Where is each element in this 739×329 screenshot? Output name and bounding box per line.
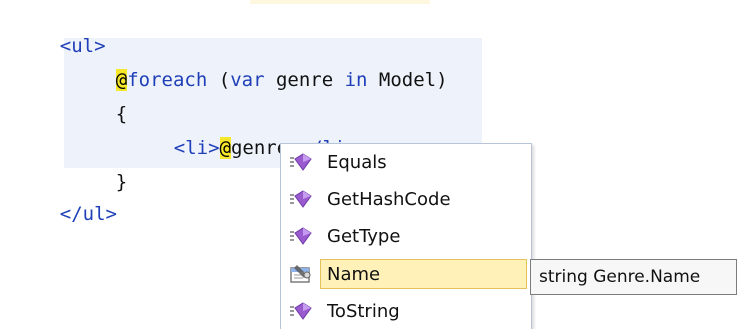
razor-at-sign-inline: @: [219, 137, 231, 159]
foreach-open-paren: (: [207, 69, 231, 91]
in-keyword: in: [344, 69, 368, 91]
code-line-4[interactable]: <li>@genre.</li>: [128, 106, 357, 159]
completion-item-name[interactable]: Name: [281, 256, 529, 292]
intellisense-popup[interactable]: Equals GetHashCode GetType Name ToString: [280, 143, 532, 329]
completion-item-gettype[interactable]: GetType: [281, 218, 529, 254]
var-keyword: var: [230, 69, 265, 91]
completion-item-label: Equals: [327, 151, 387, 173]
close-brace: }: [115, 171, 128, 193]
model-expression: Model): [367, 69, 448, 91]
completion-item-tostring[interactable]: ToString: [281, 293, 529, 329]
method-icon: [287, 299, 315, 323]
method-icon: [287, 150, 315, 174]
completion-item-label: GetHashCode: [327, 188, 451, 210]
code-line-6[interactable]: </ul>: [14, 172, 117, 225]
completion-item-equals[interactable]: Equals: [281, 144, 529, 180]
genre-variable: genre: [264, 69, 345, 91]
member-tooltip: string Genre.Name: [530, 259, 737, 295]
method-icon: [287, 187, 315, 211]
editor-top-strip: [250, 0, 430, 4]
method-icon: [287, 224, 315, 248]
property-icon: [287, 262, 315, 286]
completion-item-gethashcode[interactable]: GetHashCode: [281, 181, 529, 217]
code-editor[interactable]: <ul> @foreach (var genre in Model) { <li…: [0, 0, 739, 329]
code-line-5[interactable]: }: [70, 140, 127, 193]
completion-item-label: Name: [327, 263, 381, 285]
li-open-tag: <li>: [173, 137, 220, 159]
ul-close-tag: </ul>: [59, 203, 117, 225]
foreach-keyword: foreach: [127, 69, 208, 91]
code-line-1[interactable]: <ul>: [14, 4, 106, 57]
code-line-2[interactable]: @foreach (var genre in Model): [70, 38, 448, 91]
completion-item-label: ToString: [327, 300, 400, 322]
open-brace: {: [115, 103, 128, 125]
completion-item-label: GetType: [327, 225, 401, 247]
code-line-3[interactable]: {: [70, 72, 127, 125]
